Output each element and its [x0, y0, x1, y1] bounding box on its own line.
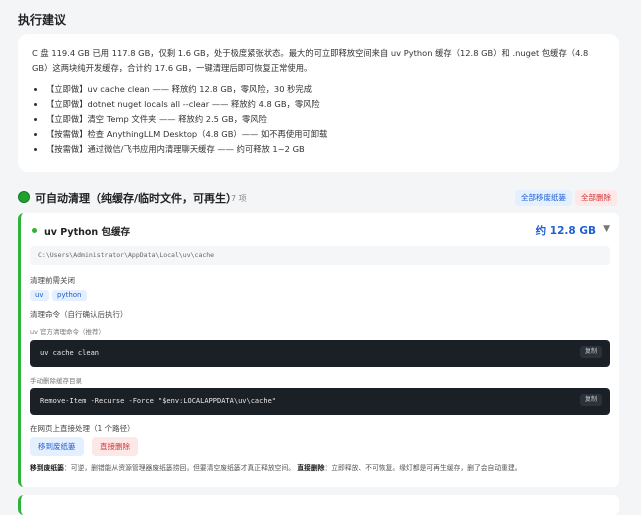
item-size: 约 12.8 GB — [535, 225, 596, 237]
recommendation-item: 【立即做】uv cache clean —— 释放约 12.8 GB，零风险，3… — [46, 82, 605, 97]
direct-handle-label: 在网页上直接处理（1 个路径） — [30, 424, 135, 433]
recommendation-summary: C 盘 119.4 GB 已用 117.8 GB，仅剩 1.6 GB，处于极度紧… — [32, 48, 589, 73]
delete-directly-button[interactable]: 直接删除 — [92, 437, 138, 456]
close-before-clean-label: 清理前需关闭 — [30, 276, 75, 285]
recommendation-item: 【立即做】dotnet nuget locals all --clear —— … — [46, 97, 605, 112]
recommendation-item: 【按需做】通过微信/飞书应用内清理聊天缓存 —— 约可释放 1~2 GB — [46, 142, 605, 157]
action-note: 移到废纸篓：可逆，删错能从资源管理器废纸篓捞回，但要清空废纸篓才真正释放空间。 … — [30, 462, 522, 472]
note-recycle-text: ：可逆，删错能从资源管理器废纸篓捞回，但要清空废纸篓才真正释放空间。 — [63, 464, 296, 472]
next-cache-item-card — [18, 495, 619, 515]
green-status-icon — [18, 191, 30, 203]
recommendation-card: C 盘 119.4 GB 已用 117.8 GB，仅剩 1.6 GB，处于极度紧… — [18, 34, 619, 172]
command-text[interactable]: uv cache clean — [40, 340, 99, 367]
move-to-recycle-bin-button[interactable]: 移到废纸篓 — [30, 437, 84, 456]
item-name: uv Python 包缓存 — [44, 227, 130, 238]
auto-clean-section-header: 可自动清理（纯缓存/临时文件，可再生） 7 项 全部移废纸篓 全部删除 — [18, 190, 619, 206]
process-tag: python — [52, 290, 87, 301]
note-recycle-title: 移到废纸篓 — [30, 464, 64, 472]
status-dot-icon — [32, 228, 37, 233]
cache-item-card: uv Python 包缓存 约 12.8 GB ▼ C:\Users\Admin… — [18, 213, 619, 487]
copy-button[interactable]: 复制 — [579, 346, 602, 358]
cache-path: C:\Users\Administrator\AppData\Local\uv\… — [30, 246, 610, 265]
section-title: 可自动清理（纯缓存/临时文件，可再生） — [35, 192, 238, 205]
process-tag: uv — [30, 290, 49, 301]
note-delete-text: ：立即释放、不可恢复。缘灯都是可再生缓存，删了会自动重建。 — [324, 464, 522, 472]
recommendation-item: 【立即做】清空 Temp 文件夹 —— 释放约 2.5 GB，零风险 — [46, 112, 605, 127]
command-caption: 手动删除缓存目录 — [30, 377, 82, 385]
note-delete-title: 直接删除 — [297, 464, 325, 472]
command-block: Remove-Item -Recurse -Force "$env:LOCALA… — [30, 388, 610, 415]
commands-label: 清理命令（自行确认后执行） — [30, 310, 128, 319]
command-text[interactable]: Remove-Item -Recurse -Force "$env:LOCALA… — [40, 388, 276, 415]
delete-all-button[interactable]: 全部删除 — [575, 190, 617, 206]
recommendation-list: 【立即做】uv cache clean —— 释放约 12.8 GB，零风险，3… — [32, 82, 605, 157]
recommendation-item: 【按需做】检查 AnythingLLM Desktop（4.8 GB）—— 如不… — [46, 127, 605, 142]
copy-button[interactable]: 复制 — [579, 394, 602, 406]
section-count: 7 项 — [231, 194, 247, 203]
recycle-all-button[interactable]: 全部移废纸篓 — [515, 190, 572, 206]
command-block: uv cache clean 复制 — [30, 340, 610, 367]
page-title: 执行建议 — [18, 13, 67, 27]
item-header[interactable]: uv Python 包缓存 约 12.8 GB ▼ — [21, 223, 619, 238]
command-caption: uv 官方清理命令（推荐） — [30, 328, 106, 336]
collapse-toggle-icon[interactable]: ▼ — [603, 224, 610, 234]
